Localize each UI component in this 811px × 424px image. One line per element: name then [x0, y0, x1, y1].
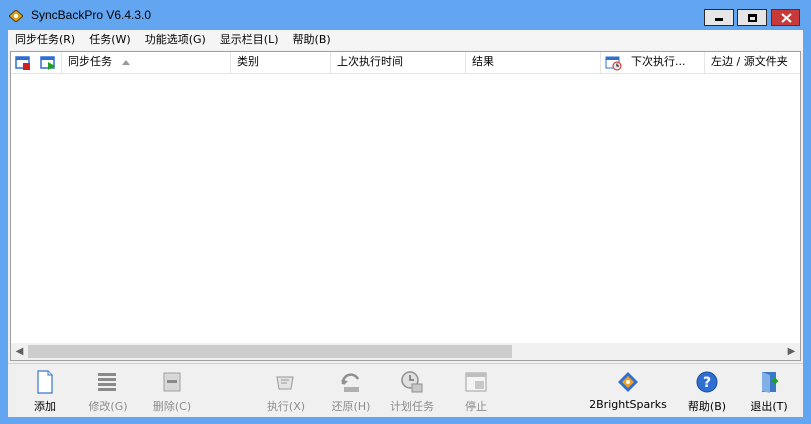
sort-ascending-icon — [122, 59, 130, 65]
run-label: 执行(X) — [266, 400, 306, 413]
column-next-run[interactable]: 下次执行... — [625, 52, 705, 73]
horizontal-scrollbar[interactable]: ◀ ▶ — [11, 343, 800, 360]
schedule-clock-icon — [401, 371, 423, 393]
stop-icon — [465, 372, 487, 392]
column-profile-name[interactable]: 同步任务 — [61, 52, 231, 73]
schedule-label: 计划任务 — [390, 400, 434, 413]
menu-options[interactable]: 功能选项(G) — [138, 30, 213, 50]
scroll-left-arrow[interactable]: ◀ — [11, 343, 28, 360]
app-window: SyncBackPro V6.4.3.0 同步任务(R) 任务(W) 功能选项(… — [0, 0, 811, 424]
title-bar[interactable]: SyncBackPro V6.4.3.0 — [0, 0, 811, 30]
column-type[interactable]: 类别 — [231, 52, 331, 73]
menu-sync-task[interactable]: 同步任务(R) — [8, 30, 82, 50]
stop-button[interactable]: 停止 — [454, 368, 498, 416]
disabled-profile-icon[interactable] — [15, 56, 31, 70]
syncback-app-icon — [9, 10, 23, 22]
add-button[interactable]: 添加 — [22, 368, 68, 416]
restore-label: 还原(H) — [331, 400, 371, 413]
column-source-folder[interactable]: 左边 / 源文件夹 — [705, 52, 800, 73]
maximize-button[interactable] — [737, 9, 767, 26]
close-icon — [781, 13, 792, 23]
column-result[interactable]: 结果 — [466, 52, 601, 73]
svg-text:?: ? — [703, 375, 711, 391]
schedule-button[interactable]: 计划任务 — [386, 368, 438, 416]
run-button[interactable]: 执行(X) — [262, 368, 310, 416]
stop-label: 停止 — [465, 400, 487, 413]
column-label: 左边 / 源文件夹 — [711, 55, 788, 68]
enabled-profile-icon[interactable] — [40, 56, 56, 70]
new-document-icon — [37, 370, 53, 394]
column-label: 上次执行时间 — [337, 55, 403, 68]
add-label: 添加 — [34, 400, 56, 413]
brand-label: 2BrightSparks — [589, 398, 667, 411]
minimize-button[interactable] — [704, 9, 734, 26]
delete-label: 删除(C) — [152, 400, 192, 413]
help-button[interactable]: ? 帮助(B) — [684, 368, 730, 416]
delete-button[interactable]: 删除(C) — [148, 368, 196, 416]
scroll-thumb[interactable] — [28, 345, 512, 358]
exit-door-icon — [762, 372, 779, 393]
menu-columns[interactable]: 显示栏目(L) — [213, 30, 286, 50]
client-area: 同步任务(R) 任务(W) 功能选项(G) 显示栏目(L) 帮助(B) 同步任务… — [8, 30, 803, 417]
exit-label: 退出(T) — [750, 400, 788, 413]
close-button[interactable] — [771, 9, 800, 26]
restore-button[interactable]: 还原(H) — [326, 368, 376, 416]
restore-icon — [341, 373, 360, 392]
run-icon — [276, 376, 294, 390]
2brightsparks-button[interactable]: 2BrightSparks — [586, 368, 670, 416]
help-icon: ? — [696, 371, 718, 393]
exit-button[interactable]: 退出(T) — [746, 368, 792, 416]
list-edit-icon — [98, 373, 116, 391]
schedule-column-icon — [605, 56, 622, 71]
delete-icon — [163, 372, 181, 392]
column-label: 同步任务 — [68, 55, 112, 68]
column-label: 下次执行... — [631, 55, 686, 68]
modify-label: 修改(G) — [88, 400, 128, 413]
2brightsparks-logo-icon — [618, 372, 638, 392]
menu-task[interactable]: 任务(W) — [82, 30, 137, 50]
list-header: 同步任务 类别 上次执行时间 结果 下次执行... 左边 / 源文件夹 — [11, 52, 800, 74]
window-title: SyncBackPro V6.4.3.0 — [31, 8, 152, 22]
modify-button[interactable]: 修改(G) — [84, 368, 132, 416]
scroll-right-arrow[interactable]: ▶ — [783, 343, 800, 360]
help-label: 帮助(B) — [687, 400, 727, 413]
menu-help[interactable]: 帮助(B) — [286, 30, 338, 50]
menu-bar: 同步任务(R) 任务(W) 功能选项(G) 显示栏目(L) 帮助(B) — [8, 30, 803, 50]
column-label: 类别 — [237, 55, 259, 68]
profile-list[interactable]: 同步任务 类别 上次执行时间 结果 下次执行... 左边 / 源文件夹 ◀ ▶ — [10, 51, 801, 361]
bottom-toolbar: 添加 修改(G) 删除(C) 执行(X) 还原(H) 计划任务 停止 2Brig… — [8, 363, 803, 417]
column-last-run[interactable]: 上次执行时间 — [331, 52, 466, 73]
column-label: 结果 — [472, 55, 494, 68]
